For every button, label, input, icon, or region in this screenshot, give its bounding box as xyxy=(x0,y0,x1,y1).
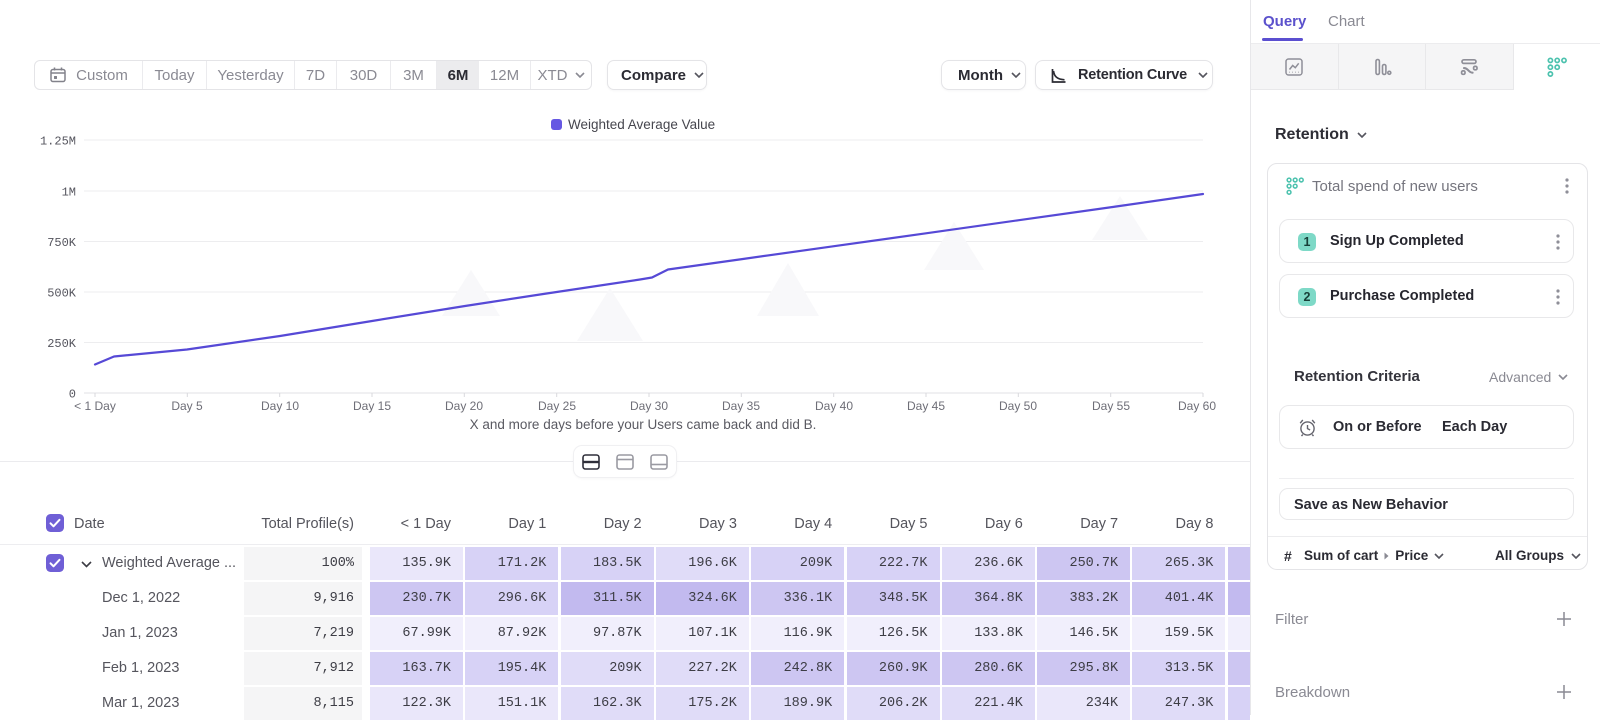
svg-text:Day 60: Day 60 xyxy=(1178,399,1216,413)
svg-text:Day 20: Day 20 xyxy=(445,399,483,413)
svg-text:Day 55: Day 55 xyxy=(1092,399,1130,413)
svg-text:Day 40: Day 40 xyxy=(815,399,853,413)
svg-text:750K: 750K xyxy=(47,236,77,250)
svg-text:X and more days before your Us: X and more days before your Users came b… xyxy=(470,417,817,432)
svg-text:1M: 1M xyxy=(62,186,76,200)
svg-text:Day 45: Day 45 xyxy=(907,399,945,413)
svg-text:Day 15: Day 15 xyxy=(353,399,391,413)
svg-text:Day 35: Day 35 xyxy=(722,399,760,413)
svg-text:Day 5: Day 5 xyxy=(171,399,203,413)
svg-text:1.25M: 1.25M xyxy=(40,135,76,149)
svg-text:Day 10: Day 10 xyxy=(261,399,299,413)
svg-text:250K: 250K xyxy=(47,337,77,351)
svg-text:Day 25: Day 25 xyxy=(538,399,576,413)
svg-text:Day 50: Day 50 xyxy=(999,399,1037,413)
svg-text:500K: 500K xyxy=(47,287,77,301)
svg-text:< 1 Day: < 1 Day xyxy=(74,399,116,413)
svg-text:Day 30: Day 30 xyxy=(630,399,668,413)
